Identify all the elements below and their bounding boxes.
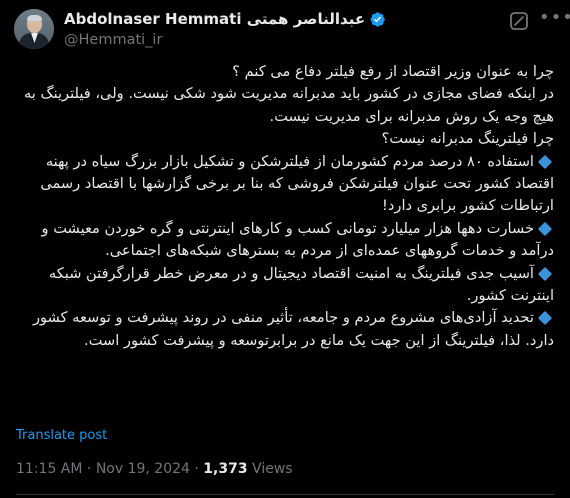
author-handle[interactable]: @Hemmati_ir: [64, 31, 162, 49]
tweet-bullet-item: آسیب جدی فیلترینگ به امنیت اقتصاد دیجیتا…: [16, 263, 554, 308]
author-avatar[interactable]: [14, 9, 54, 49]
small-blue-diamond-icon: [537, 311, 553, 326]
small-blue-diamond-icon: [537, 154, 553, 169]
meta-separator: ·: [82, 461, 96, 477]
views-count[interactable]: 1,373: [203, 461, 247, 477]
avatar-hair: [27, 15, 42, 21]
tweet-bullet-item: تحدید آزادی‌های مشروع مردم و جامعه، تأثی…: [16, 307, 554, 352]
bullet-text: تحدید آزادی‌های مشروع مردم و جامعه، تأثی…: [32, 309, 554, 349]
tweet-bullet-item: استفاده ۸۰ درصد مردم کشورمان از فیلترشکن…: [16, 151, 554, 218]
meta-separator: ·: [189, 461, 204, 477]
translate-post-link[interactable]: Translate post: [16, 428, 107, 444]
tweet-line: چرا فیلترینگ مدبرانه نیست؟: [381, 130, 554, 148]
author-name-text: Abdolnaser Hemmati عبدالناصر همتی: [64, 10, 366, 28]
small-blue-diamond-icon: [537, 221, 553, 236]
more-icon[interactable]: •••: [539, 9, 570, 31]
bullet-text: آسیب جدی فیلترینگ به امنیت اقتصاد دیجیتا…: [48, 264, 554, 305]
verified-badge-icon: [370, 11, 385, 27]
divider: [16, 494, 554, 495]
author-display-name[interactable]: Abdolnaser Hemmati عبدالناصر همتی: [64, 9, 386, 29]
tweet-date[interactable]: Nov 19, 2024: [96, 461, 190, 477]
small-blue-diamond-icon: [537, 266, 553, 281]
tweet-line: چرا به عنوان وزیر اقتصاد از رفع فیلتر دف…: [232, 63, 554, 80]
tweet-meta: 11:15 AM · Nov 19, 2024 · 1,373 Views: [16, 459, 293, 479]
views-label: Views: [247, 461, 293, 477]
grok-icon[interactable]: [509, 11, 529, 31]
tweet-time[interactable]: 11:15 AM: [16, 461, 82, 477]
tweet-bullet-item: خسارت دهها هزار میلیارد تومانی کسب و کار…: [16, 218, 554, 263]
bullet-text: خسارت دهها هزار میلیارد تومانی کسب و کار…: [41, 219, 554, 260]
bullet-text: استفاده ۸۰ درصد مردم کشورمان از فیلترشکن…: [40, 152, 554, 215]
tweet-body: چرا به عنوان وزیر اقتصاد از رفع فیلتر دف…: [16, 61, 554, 352]
tweet-line: در اینکه فضای مجازی در کشور باید مدبرانه…: [23, 85, 554, 125]
